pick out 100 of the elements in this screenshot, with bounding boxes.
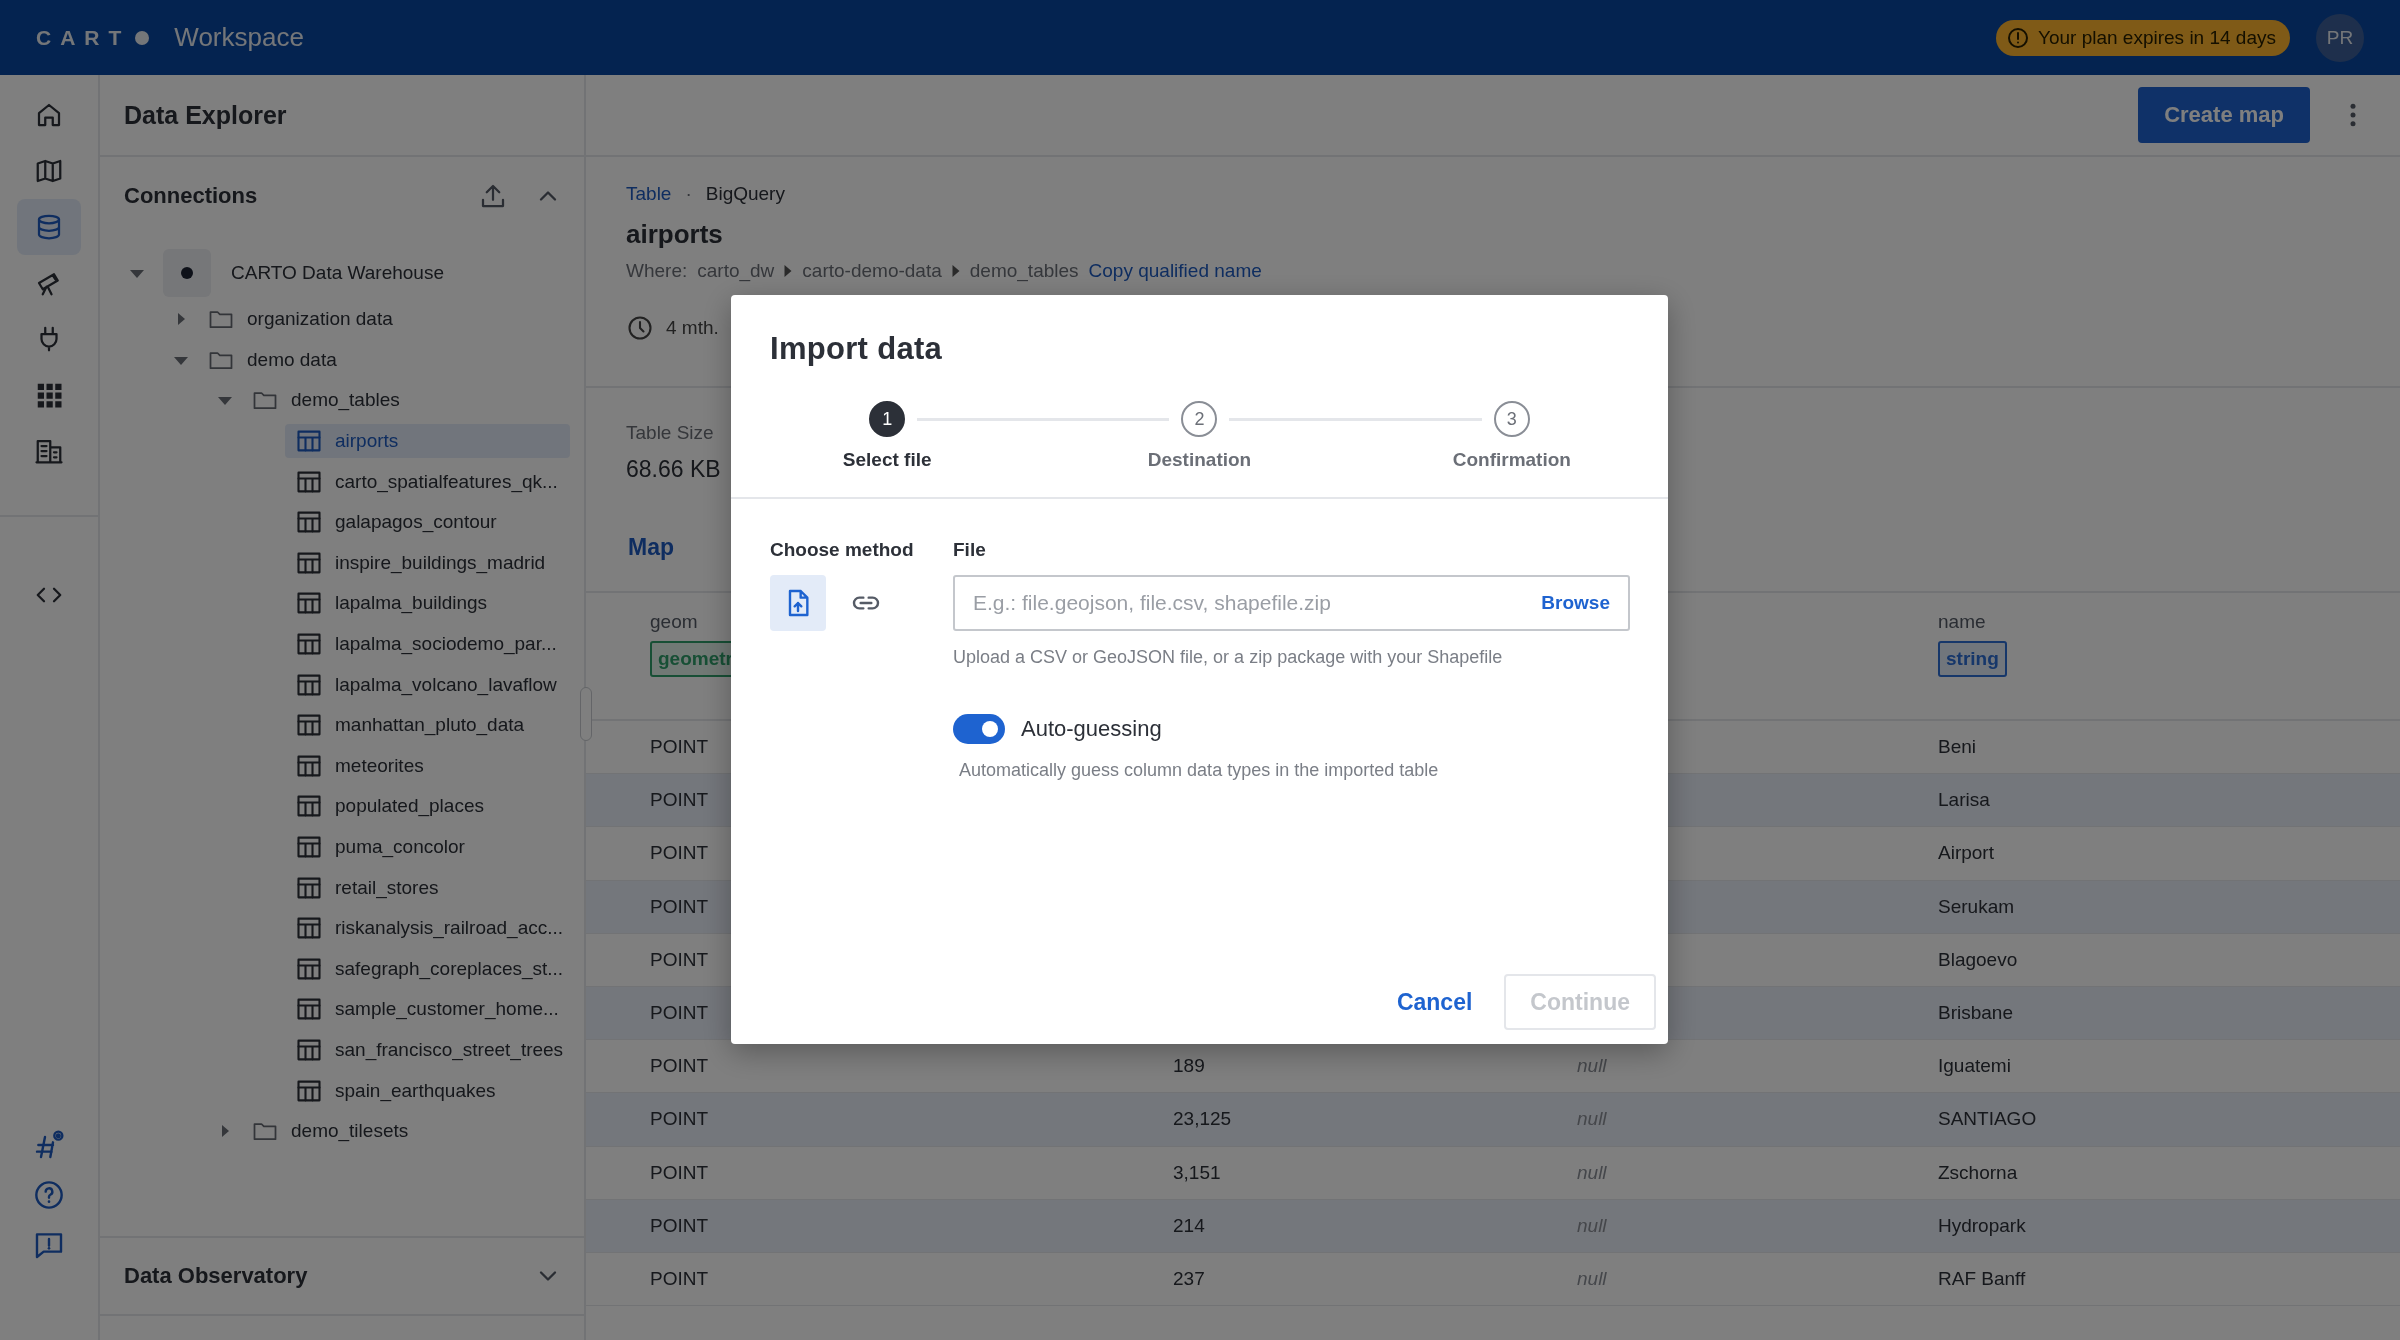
tree-item[interactable]: demo data (197, 342, 570, 377)
toggle-switch[interactable] (953, 714, 1005, 744)
table-cell-text: POINT (650, 736, 710, 759)
tree-item[interactable]: puma_concolor (285, 830, 570, 864)
table-cell-text: POINT (650, 1267, 710, 1290)
table-cell-text: Brisbane (1938, 1002, 2014, 1025)
tree-item[interactable]: CARTO Data Warehouse (163, 249, 570, 297)
table-cell-text: 3,151 (1173, 1161, 1222, 1184)
table-cell-text: POINT (650, 1161, 710, 1184)
caret-icon (784, 265, 793, 277)
table-cell-text: POINT (650, 789, 710, 812)
path-label: demo_tables (969, 260, 1079, 282)
path-label: carto-demo-data (802, 260, 942, 282)
method-option[interactable] (770, 575, 826, 631)
panel-title: Data Explorer (100, 75, 584, 157)
table-cell-text: null (1577, 1055, 1608, 1078)
table-cell-text: 214 (1173, 1214, 1206, 1237)
table-cell-text: Iguatemi (1938, 1055, 2012, 1078)
dialog-title: Import data (769, 330, 944, 365)
tree-item[interactable]: safegraph_coreplaces_st... (285, 951, 574, 986)
tree-item[interactable]: retail_stores (285, 870, 570, 905)
caret-icon (951, 265, 960, 277)
table-cell-text: POINT (650, 948, 710, 971)
logo-text: CART (36, 25, 131, 50)
help-icon[interactable] (33, 1179, 65, 1211)
helper-text: Automatically guess column data types in the imported table (959, 760, 1440, 781)
tree-item[interactable]: inspire_buildings_madrid (285, 545, 570, 580)
stat-value: 68.66 KB (626, 456, 721, 483)
tree-item[interactable]: meteorites (285, 748, 570, 783)
cancel-button[interactable]: Cancel (1390, 987, 1479, 1017)
table-cell-text: RAF Banff (1938, 1267, 2027, 1290)
tree-item[interactable]: riskanalysis_railroad_acc... (285, 911, 574, 946)
step-number: 1 (869, 401, 906, 437)
tree-item[interactable]: lapalma_sociodemo_par... (285, 627, 570, 662)
tree-item[interactable]: galapagos_contour (285, 505, 570, 540)
table-cell-text: Blagoevo (1938, 948, 2019, 971)
browse-button[interactable]: Browse (1541, 592, 1610, 614)
step-number: 2 (1181, 401, 1218, 437)
warning-icon (2006, 25, 2030, 50)
step-number: 3 (1493, 401, 1530, 437)
table-cell-text: 189 (1173, 1055, 1206, 1078)
table-cell-text: 237 (1173, 1267, 1206, 1290)
tree-item[interactable]: lapalma_volcano_lavaflow (285, 667, 570, 702)
tree-item[interactable]: sample_customer_home... (285, 992, 570, 1027)
clock-icon (626, 314, 654, 342)
file-input-field[interactable]: E.g.: file.geojson, file.csv, shapefile.zip Browse (953, 575, 1630, 631)
plan-expiry-badge[interactable]: Your plan expires in 14 days (1996, 19, 2290, 56)
resize-handle[interactable] (580, 687, 592, 741)
tree-item[interactable]: manhattan_pluto_data (285, 708, 570, 743)
section-title: Connections (124, 183, 259, 209)
table-cell-text: POINT (650, 1002, 710, 1025)
column-header: name (1938, 611, 1987, 633)
tree-item[interactable]: populated_places (285, 789, 570, 824)
helper-text: Upload a CSV or GeoJSON file, or a zip package with your Shapefile (953, 647, 1504, 668)
copy-name-link[interactable]: Copy qualified name (1088, 260, 1262, 282)
tree-item[interactable]: demo_tables (241, 383, 570, 418)
table-cell-text: POINT (650, 895, 710, 918)
table-cell-text: POINT (650, 1214, 710, 1237)
type-link[interactable]: Table (626, 183, 672, 205)
table-cell-text: Larisa (1938, 789, 1991, 812)
table-cell-text: null (1577, 1161, 1608, 1184)
tree-item[interactable]: spain_earthquakes (285, 1073, 570, 1108)
column-header: geom (650, 611, 699, 633)
path-label: carto_dw (697, 260, 775, 282)
toggle-label: Auto-guessing (1021, 716, 1162, 742)
nav-item[interactable] (17, 199, 81, 255)
table-cell-text: 23,125 (1173, 1108, 1233, 1131)
step-label: Select file (842, 449, 932, 471)
table-cell-text: Zschorna (1938, 1161, 2019, 1184)
step-label: Confirmation (1452, 449, 1571, 471)
table-cell-text: POINT (650, 842, 710, 865)
table-cell-text: POINT (650, 1108, 710, 1131)
tree-item[interactable]: san_francisco_street_trees (285, 1033, 574, 1067)
step-label: Destination (1147, 449, 1252, 471)
user-avatar[interactable]: PR (2316, 13, 2364, 62)
table-cell-text: Serukam (1938, 895, 2016, 918)
product-name: Workspace (174, 22, 304, 53)
tree-item[interactable]: carto_spatialfeatures_qk... (285, 464, 570, 499)
where-label: Where: (626, 260, 688, 282)
table-cell-text: SANTIAGO (1938, 1108, 2038, 1131)
hashtag-icon[interactable] (33, 1129, 65, 1161)
tab[interactable]: Map (606, 517, 696, 577)
stat-label: Table Size (626, 422, 715, 444)
section-title: Data Observatory (124, 1263, 309, 1289)
create-map-button[interactable]: Create map (2138, 87, 2310, 143)
field-label: File (953, 539, 987, 561)
updated-time: 4 mth. (666, 317, 719, 339)
table-cell-text: Beni (1938, 736, 1978, 759)
separator: · (685, 183, 692, 205)
tree-item[interactable]: lapalma_buildings (285, 586, 570, 621)
table-cell-text: Hydropark (1938, 1214, 2027, 1237)
table-cell-text: POINT (650, 1055, 710, 1078)
table-title: airports (626, 219, 724, 250)
tree-item[interactable]: airports (285, 424, 570, 459)
tree-item[interactable]: organization data (197, 302, 570, 337)
table-cell-text: Airport (1938, 842, 1995, 865)
source-label: BigQuery (705, 183, 785, 205)
table-cell-text: null (1577, 1267, 1608, 1290)
tree-item[interactable]: demo_tilesets (241, 1114, 570, 1149)
field-label: Choose method (770, 539, 915, 561)
